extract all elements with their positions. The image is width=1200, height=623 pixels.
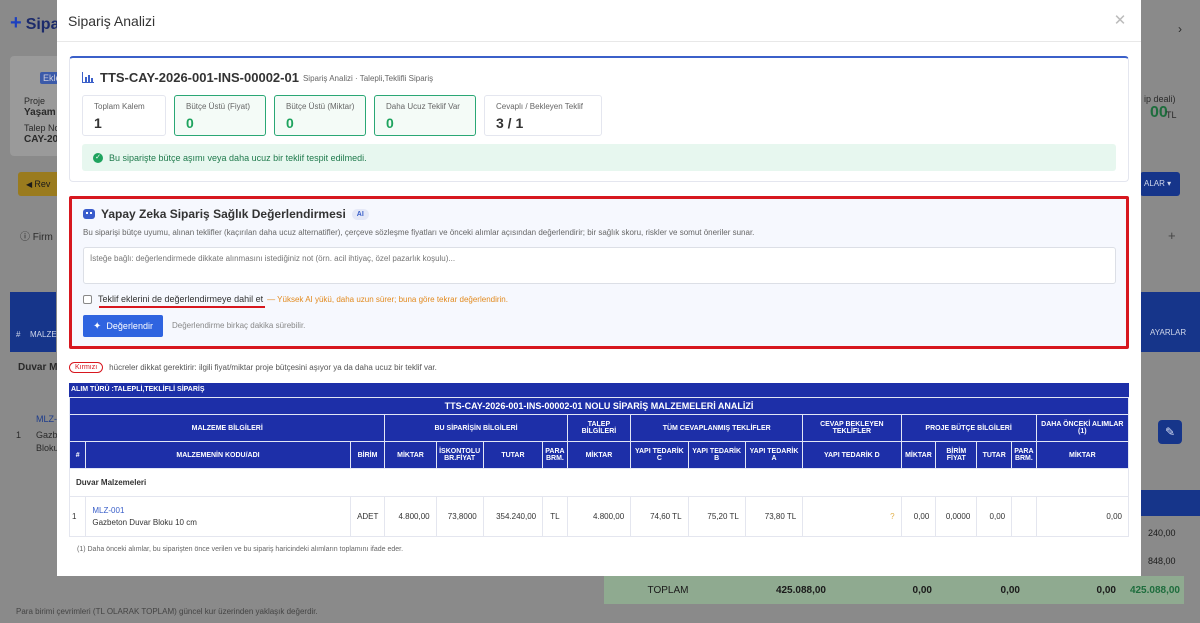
material-name: Gazbeton Duvar Bloku 10 cm — [92, 518, 197, 527]
group-row: Duvar Malzemeleri — [69, 468, 1129, 497]
plus-icon: + — [10, 12, 22, 34]
ai-evaluation-card: Yapay Zeka Sipariş Sağlık Değerlendirmes… — [69, 196, 1129, 349]
plus-icon: + — [1168, 228, 1176, 243]
table-footnote: (1) Daha önceki alımlar, bu siparişten ö… — [77, 546, 404, 553]
stat-cheaper-offer: Daha Ucuz Teklif Var 0 — [374, 95, 476, 136]
red-legend-pill: Kırmızı — [69, 362, 104, 373]
ai-badge: AI — [351, 208, 369, 220]
check-circle-icon: ✓ — [93, 152, 103, 163]
background-ayarlar-button: ALAR ▾ — [1140, 172, 1180, 196]
magic-wand-icon: ✦ — [93, 320, 102, 332]
modal-header: Sipariş Analizi ✕ — [57, 0, 1141, 42]
background-table-header: # MALZE — [10, 292, 57, 352]
include-attachments-checkbox[interactable] — [83, 294, 92, 304]
legend: Kırmızı hücreler dikkat gerektirir: ilgi… — [69, 362, 437, 373]
analysis-table-wrapper: ALIM TÜRÜ :TALEPLİ,TEKLİFLİ SİPARİŞ TTS-… — [68, 383, 1130, 537]
include-attachments-checkbox-row[interactable]: Teklif eklerini de değerlendirmeye dahil… — [83, 294, 508, 304]
ai-note-input[interactable] — [83, 247, 1116, 284]
order-code: TTS-CAY-2026-001-INS-00002-01 — [100, 70, 299, 85]
background-ayarlar-header: AYARLAR — [1140, 292, 1200, 352]
ai-load-warning: — Yüksek AI yükü, daha uzun sürer; buna … — [267, 294, 508, 304]
summary-header: TTS-CAY-2026-001-INS-00002-01 Sipariş An… — [82, 70, 433, 85]
success-alert: ✓ Bu siparişte bütçe aşımı veya daha ucu… — [82, 144, 1116, 171]
background-revize-button: ◀ Rev — [18, 172, 60, 196]
annotation-underline — [99, 306, 265, 308]
background-header-strip — [1140, 490, 1200, 516]
summary-card: TTS-CAY-2026-001-INS-00002-01 Sipariş An… — [69, 56, 1129, 182]
close-icon[interactable]: ✕ — [1113, 13, 1127, 28]
ai-description: Bu siparişi bütçe uyumu, alınan teklifle… — [83, 228, 755, 237]
stats-row: Toplam Kalem 1 Bütçe Üstü (Fiyat) 0 Bütç… — [82, 95, 610, 136]
evaluate-hint: Değerlendirme birkaç dakika sürebilir. — [172, 321, 306, 330]
table-row: 1 MLZ-001 Gazbeton Duvar Bloku 10 cm ADE… — [68, 496, 1130, 537]
ai-title: Yapay Zeka Sipariş Sağlık Değerlendirmes… — [101, 207, 346, 221]
ai-header: Yapay Zeka Sipariş Sağlık Değerlendirmes… — [83, 207, 369, 221]
analysis-table: TTS-CAY-2026-001-INS-00002-01 NOLU SİPAR… — [68, 397, 1130, 537]
table-title: TTS-CAY-2026-001-INS-00002-01 NOLU SİPAR… — [69, 397, 1129, 415]
background-totals-row: TOPLAM 425.088,00 0,00 0,00 0,00 425.088… — [604, 576, 1184, 604]
evaluate-button[interactable]: ✦ Değerlendir — [83, 315, 163, 337]
stat-total-items: Toplam Kalem 1 — [82, 95, 166, 136]
purchase-type-label: ALIM TÜRÜ :TALEPLİ,TEKLİFLİ SİPARİŞ — [69, 383, 1129, 397]
stat-over-budget-qty: Bütçe Üstü (Miktar) 0 — [274, 95, 366, 136]
stat-answered-pending: Cevaplı / Bekleyen Teklif 3 / 1 — [484, 95, 602, 136]
include-attachments-label[interactable]: Teklif eklerini de değerlendirmeye dahil… — [98, 294, 263, 304]
edit-icon: ✎ — [1158, 420, 1182, 444]
material-code-link[interactable]: MLZ-001 — [92, 506, 347, 515]
bar-chart-icon — [82, 72, 94, 83]
modal-title: Sipariş Analizi — [68, 12, 156, 29]
order-subtitle: Sipariş Analizi · Talepli,Teklifli Sipar… — [302, 74, 434, 83]
stat-over-budget-price: Bütçe Üstü (Fiyat) 0 — [174, 95, 266, 136]
order-analysis-modal: Sipariş Analizi ✕ TTS-CAY-2026-001-INS-0… — [57, 0, 1141, 576]
legend-text: hücreler dikkat gerektirir: ilgili fiyat… — [109, 363, 437, 372]
chevron-right-icon: › — [1178, 22, 1182, 36]
robot-icon — [83, 209, 95, 219]
column-header-row: # MALZEMENİN KODU/ADI BİRİM MİKTAR İSKON… — [68, 441, 1130, 469]
background-firm-label: ⓘ Firm — [20, 232, 53, 243]
